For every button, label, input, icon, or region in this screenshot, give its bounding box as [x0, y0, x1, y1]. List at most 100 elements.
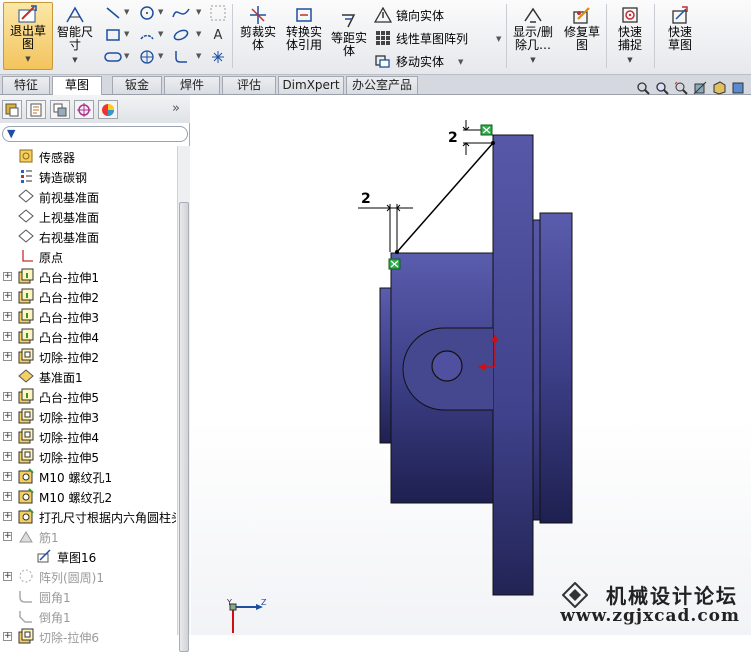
tab-sketch[interactable]: 草图 [52, 76, 102, 95]
expand-toggle-icon[interactable]: + [3, 572, 12, 581]
tree-item[interactable]: + 打孔尺寸根据内六角圆柱头 [0, 506, 176, 526]
ellipse-icon[interactable] [171, 26, 191, 44]
sketch-line[interactable] [395, 135, 495, 254]
rapid-sketch-button[interactable]: 快速草图 [658, 4, 702, 52]
expand-toggle-icon[interactable]: + [3, 272, 12, 281]
expand-toggle-icon[interactable]: + [3, 332, 12, 341]
grid-icon[interactable] [208, 4, 228, 22]
display-manager-icon[interactable] [98, 100, 118, 119]
tab-sheet-metal[interactable]: 钣金 [112, 76, 162, 94]
dimxpert-manager-icon[interactable] [74, 100, 94, 119]
chevron-down-icon[interactable]: ▼ [124, 8, 129, 16]
tree-item[interactable]: + 切除-拉伸6 [0, 626, 176, 646]
exit-sketch-button[interactable]: 退出草图 ▼ [3, 2, 53, 70]
expand-toggle-icon[interactable]: + [3, 632, 12, 641]
tree-item[interactable]: + 凸台-拉伸4 [0, 326, 176, 346]
tree-item[interactable]: 传感器 [0, 146, 176, 166]
convert-entities-button[interactable]: 转换实体引用 [283, 4, 325, 52]
chevron-down-icon[interactable]: ▼ [496, 35, 501, 43]
part-model[interactable] [379, 134, 573, 596]
chevron-down-icon[interactable]: ▼ [196, 30, 201, 38]
quick-snaps-button[interactable]: 快速捕捉 ▼ [610, 4, 650, 67]
point-icon[interactable] [208, 48, 228, 66]
expand-toggle-icon[interactable]: + [3, 472, 12, 481]
tree-scrollbar[interactable] [177, 146, 190, 652]
tree-item[interactable]: + 阵列(圆周)1 [0, 566, 176, 586]
tree-filter-input[interactable]: ▼ [2, 126, 188, 142]
chevron-down-icon[interactable]: ▼ [124, 30, 129, 38]
dimension-value-vertical[interactable]: 2 [448, 130, 458, 146]
tree-item[interactable]: 右视基准面 [0, 226, 176, 246]
text-icon[interactable]: A [208, 26, 228, 44]
expand-toggle-icon[interactable]: + [3, 532, 12, 541]
chevron-down-icon[interactable]: ▼ [158, 52, 163, 60]
tree-item[interactable]: 圆角1 [0, 586, 176, 606]
expand-toggle-icon[interactable]: + [3, 392, 12, 401]
tree-item[interactable]: 倒角1 [0, 606, 176, 626]
tree-item[interactable]: 原点 [0, 246, 176, 266]
rectangle-icon[interactable] [103, 26, 123, 44]
smart-dimension-button[interactable]: 智能尺寸 ▼ [55, 4, 95, 67]
section-view-icon[interactable] [691, 80, 709, 96]
chevron-down-icon[interactable]: ▼ [196, 8, 201, 16]
tree-item[interactable]: 前视基准面 [0, 186, 176, 206]
chevron-down-icon[interactable]: ▼ [158, 8, 163, 16]
tree-item[interactable]: + 凸台-拉伸1 [0, 266, 176, 286]
expand-toggle-icon[interactable]: + [3, 452, 12, 461]
offset-entities-button[interactable]: 等距实体 [328, 10, 370, 58]
graphics-area[interactable]: Y Z 2 2 [191, 95, 751, 635]
expand-toggle-icon[interactable]: + [3, 432, 12, 441]
chevron-down-icon[interactable]: ▼ [124, 52, 129, 60]
zoom-to-area-icon[interactable] [653, 80, 671, 96]
view-orientation-icon[interactable] [710, 80, 728, 96]
polygon-icon[interactable] [137, 48, 157, 66]
expand-toggle-icon[interactable]: + [3, 312, 12, 321]
tree-item[interactable]: 基准面1 [0, 366, 176, 386]
display-delete-relations-button[interactable]: 显示/删除几… ▼ [510, 4, 556, 67]
tree-item[interactable]: + 切除-拉伸2 [0, 346, 176, 366]
tab-weldments[interactable]: 焊件 [164, 76, 220, 94]
expand-toggle-icon[interactable]: + [3, 412, 12, 421]
fillet-sketch-icon[interactable] [171, 48, 191, 66]
move-entities-button[interactable]: 移动实体 [373, 51, 444, 71]
tree-item[interactable]: + 筋1 [0, 526, 176, 546]
tab-features[interactable]: 特征 [2, 76, 50, 94]
configuration-manager-icon[interactable] [50, 100, 70, 119]
expand-toggle-icon[interactable]: + [3, 292, 12, 301]
display-style-icon[interactable] [729, 80, 747, 96]
chevron-right-icon[interactable]: » [172, 101, 180, 116]
slot-icon[interactable] [103, 48, 123, 66]
trim-entities-button[interactable]: 剪裁实体 [236, 4, 280, 52]
expand-toggle-icon[interactable]: + [3, 352, 12, 361]
line-icon[interactable] [103, 4, 123, 22]
repair-sketch-button[interactable]: 修复草图 [560, 4, 604, 52]
zoom-to-fit-icon[interactable] [634, 80, 652, 96]
tree-item[interactable]: + 凸台-拉伸2 [0, 286, 176, 306]
feature-tree-tab-icon[interactable] [2, 100, 22, 119]
tree-item[interactable]: + M10 螺纹孔2 [0, 486, 176, 506]
chevron-down-icon[interactable]: ▼ [196, 52, 201, 60]
expand-toggle-icon[interactable]: + [3, 512, 12, 521]
arc-icon[interactable] [137, 26, 157, 44]
chevron-down-icon[interactable]: ▼ [458, 58, 463, 66]
tree-item[interactable]: + M10 螺纹孔1 [0, 466, 176, 486]
tree-item[interactable]: + 切除-拉伸3 [0, 406, 176, 426]
tree-item[interactable]: 草图16 [0, 546, 176, 566]
tree-item[interactable]: + 切除-拉伸4 [0, 426, 176, 446]
expand-toggle-icon[interactable]: + [3, 492, 12, 501]
chevron-down-icon[interactable]: ▼ [158, 30, 163, 38]
tree-item[interactable]: 上视基准面 [0, 206, 176, 226]
property-manager-icon[interactable] [26, 100, 46, 119]
dimension-horizontal[interactable] [358, 204, 413, 252]
tab-evaluate[interactable]: 评估 [222, 76, 276, 94]
tree-item[interactable]: 铸造碳钢 [0, 166, 176, 186]
tree-item[interactable]: + 凸台-拉伸3 [0, 306, 176, 326]
tree-item[interactable]: + 凸台-拉伸5 [0, 386, 176, 406]
mirror-entities-button[interactable]: 镜向实体 [373, 5, 444, 25]
dimension-value-horizontal[interactable]: 2 [361, 191, 371, 207]
tab-dimxpert[interactable]: DimXpert [278, 76, 344, 94]
scrollbar-thumb[interactable] [179, 202, 189, 652]
previous-view-icon[interactable] [672, 80, 690, 96]
tab-office-products[interactable]: 办公室产品 [346, 76, 418, 94]
tree-item[interactable]: + 切除-拉伸5 [0, 446, 176, 466]
